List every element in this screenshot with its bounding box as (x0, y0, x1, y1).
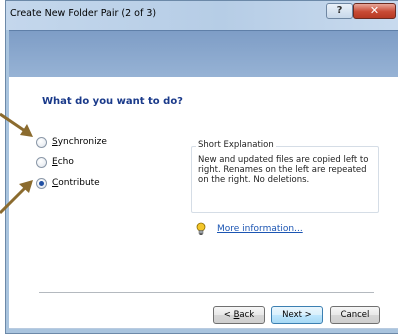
contribute-radio[interactable] (36, 177, 47, 189)
help-button[interactable]: ? (326, 3, 353, 19)
wizard-header-band (9, 30, 398, 78)
back-button[interactable]: < Back (213, 306, 265, 324)
dialog-window: Create New Folder Pair (2 of 3) ? ✕ What… (5, 0, 398, 334)
back-prefix: < (223, 310, 234, 320)
echo-label-rest: cho (57, 157, 74, 167)
synchronize-label-rest: ynchronize (57, 137, 107, 147)
lightbulb-icon (196, 222, 206, 235)
footer-separator (39, 292, 374, 294)
back-rest: ack (239, 310, 255, 320)
explanation-text: New and updated files are copied left to… (198, 155, 369, 185)
next-button[interactable]: Next > (271, 306, 323, 324)
wizard-content: What do you want to do? Synchronize Echo… (9, 77, 398, 329)
cancel-button[interactable]: Cancel (330, 306, 380, 324)
close-icon: ✕ (369, 4, 380, 17)
contribute-label-rest: ontribute (58, 178, 100, 188)
more-information-link[interactable]: More information... (217, 224, 303, 234)
page-heading: What do you want to do? (42, 96, 183, 107)
synchronize-label[interactable]: Synchronize (52, 137, 107, 147)
explanation-groupbox: Short Explanation New and updated files … (191, 140, 379, 213)
contribute-label[interactable]: Contribute (52, 178, 100, 188)
window-title: Create New Folder Pair (2 of 3) (10, 8, 157, 19)
radio-option-synchronize[interactable]: Synchronize (36, 135, 107, 149)
more-information-row[interactable]: More information... (195, 222, 303, 236)
explanation-title: Short Explanation (196, 140, 276, 150)
synchronize-radio[interactable] (36, 136, 47, 148)
echo-radio[interactable] (36, 156, 47, 168)
radio-option-contribute[interactable]: Contribute (36, 176, 100, 190)
title-bar[interactable]: Create New Folder Pair (2 of 3) ? ✕ (6, 1, 398, 30)
close-button[interactable]: ✕ (353, 3, 396, 19)
radio-option-echo[interactable]: Echo (36, 155, 74, 169)
echo-label[interactable]: Echo (52, 157, 74, 167)
